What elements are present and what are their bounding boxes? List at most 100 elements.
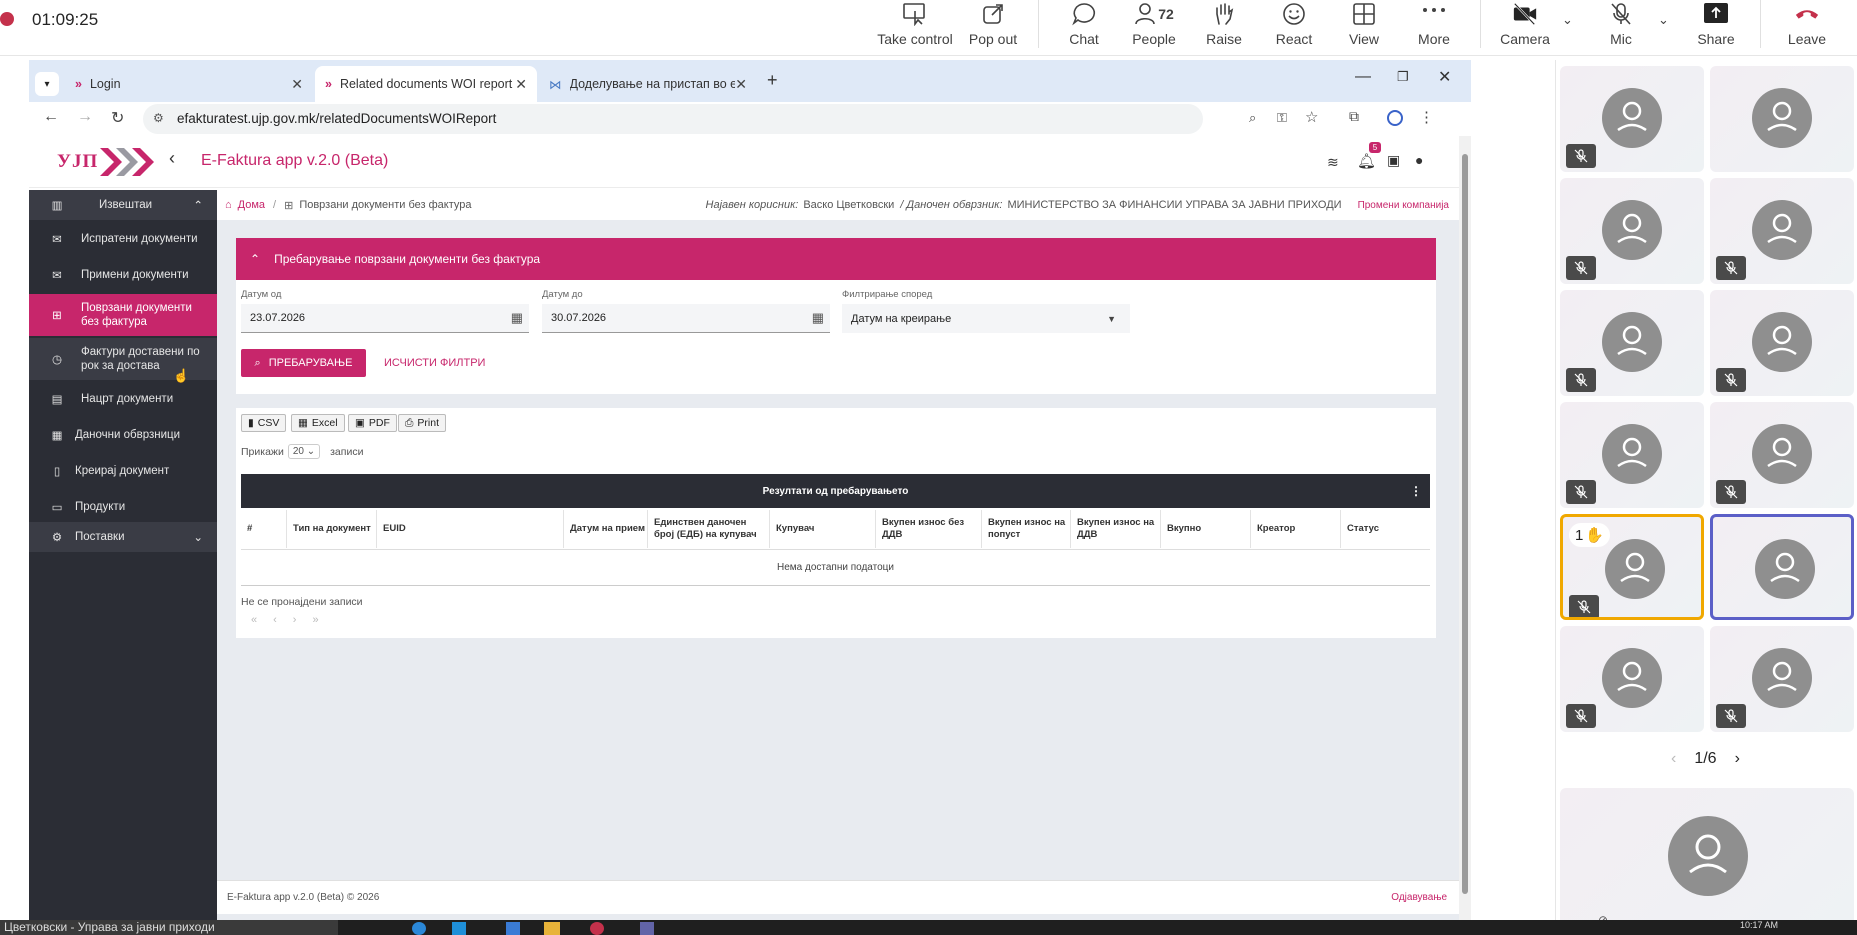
- app-taskbar-icon[interactable]: [452, 922, 466, 935]
- column-header-status[interactable]: Статус: [1341, 510, 1430, 548]
- reload-icon[interactable]: ↻: [111, 108, 124, 128]
- export-csv-button[interactable]: ▮ CSV: [241, 414, 287, 432]
- calendar-icon[interactable]: ▦: [812, 310, 824, 326]
- participant-tile[interactable]: [1710, 514, 1854, 620]
- bookmark-star-icon[interactable]: ☆: [1305, 108, 1318, 126]
- zoom-icon[interactable]: ⌕: [1249, 110, 1256, 126]
- camera-button[interactable]: Camera: [1494, 0, 1556, 56]
- export-pdf-button[interactable]: ▣ PDF: [348, 414, 397, 432]
- participant-tile[interactable]: [1710, 66, 1854, 172]
- app-taskbar-icon[interactable]: [506, 922, 520, 935]
- participant-tile[interactable]: [1560, 66, 1704, 172]
- participant-tile[interactable]: [1560, 626, 1704, 732]
- participant-tile[interactable]: 1 ✋: [1560, 514, 1704, 620]
- site-info-icon[interactable]: ⚙: [153, 111, 164, 125]
- tab-login[interactable]: » Login ✕: [65, 66, 313, 102]
- column-header-buyer[interactable]: Купувач: [770, 510, 876, 548]
- sidebar-item-related-documents[interactable]: ⊞ Поврзани документи без фактура: [29, 294, 217, 336]
- column-header-creator[interactable]: Креатор: [1251, 510, 1341, 548]
- date-to-input[interactable]: 30.07.2026 ▦: [542, 304, 830, 333]
- page-size-select[interactable]: 20 ⌄: [287, 444, 321, 459]
- taskbar-window-title[interactable]: Цветковски - Управа за јавни приходи: [0, 920, 338, 935]
- pop-out-button[interactable]: Pop out: [962, 0, 1024, 56]
- sidebar-section-settings[interactable]: ⚙ Поставки ⌄: [29, 522, 217, 552]
- sidebar-item-sent-documents[interactable]: ✉ Испратени документи: [29, 222, 217, 256]
- column-header-total-discount[interactable]: Вкупен износ на попуст: [982, 510, 1071, 548]
- browser-menu-icon[interactable]: ⋮: [1419, 108, 1434, 126]
- breadcrumb-home-link[interactable]: Дома: [238, 199, 265, 211]
- sidebar-item-received-documents[interactable]: ✉ Примени документи: [29, 258, 217, 292]
- participant-tile[interactable]: [1710, 290, 1854, 396]
- first-page-button[interactable]: «: [251, 614, 257, 626]
- participant-tile[interactable]: [1560, 178, 1704, 284]
- mic-options-chevron-icon[interactable]: ⌄: [1658, 12, 1669, 28]
- calendar-icon[interactable]: ▦: [511, 310, 523, 326]
- tab-search-button[interactable]: ▾: [35, 72, 59, 96]
- participant-tile[interactable]: [1710, 178, 1854, 284]
- more-button[interactable]: More: [1404, 0, 1464, 56]
- sidebar-item-taxpayers[interactable]: ▦ Даночни обврзници: [29, 418, 217, 452]
- people-button[interactable]: 72 People: [1124, 0, 1184, 56]
- column-header-euid[interactable]: EUID: [377, 510, 564, 548]
- date-from-input[interactable]: 23.07.2026 ▦: [241, 304, 529, 333]
- react-button[interactable]: React: [1264, 0, 1324, 56]
- last-page-button[interactable]: »: [312, 614, 318, 626]
- column-header-total-vat[interactable]: Вкупен износ на ДДВ: [1071, 510, 1161, 548]
- clear-filters-button[interactable]: ИСЧИСТИ ФИЛТРИ: [384, 357, 485, 369]
- column-header-buyer-tax-id[interactable]: Единствен даночен број (ЕДБ) на купувач: [648, 510, 770, 548]
- print-button[interactable]: ⎙ Print: [398, 414, 446, 432]
- share-button[interactable]: Share: [1685, 0, 1747, 56]
- take-control-button[interactable]: Take control: [870, 0, 960, 56]
- change-company-link[interactable]: Промени компанија: [1358, 200, 1449, 211]
- new-tab-button[interactable]: +: [767, 70, 778, 91]
- column-header-receipt-date[interactable]: Датум на прием: [564, 510, 648, 548]
- column-menu-icon[interactable]: ⋮: [1410, 484, 1422, 498]
- filter-by-select[interactable]: Датум на креирање ▼: [842, 304, 1130, 333]
- teams-taskbar-icon[interactable]: [640, 922, 654, 935]
- app-taskbar-icon[interactable]: [412, 922, 426, 935]
- prev-page-button[interactable]: ‹: [273, 614, 277, 626]
- key-icon[interactable]: ⚿: [1277, 110, 1287, 126]
- tab-related-documents[interactable]: » Related documents WOI report ✕: [315, 66, 537, 102]
- sidebar-item-create-document[interactable]: ▯ Креирај документ: [29, 454, 217, 488]
- browser-taskbar-icon[interactable]: [590, 922, 604, 935]
- close-tab-icon[interactable]: ✕: [735, 76, 747, 93]
- camera-options-chevron-icon[interactable]: ⌄: [1562, 12, 1573, 28]
- participant-tile[interactable]: [1710, 626, 1854, 732]
- chat-button[interactable]: Chat: [1054, 0, 1114, 56]
- raise-hand-button[interactable]: Raise: [1194, 0, 1254, 56]
- view-button[interactable]: View: [1334, 0, 1394, 56]
- folder-taskbar-icon[interactable]: [544, 922, 560, 935]
- participant-tile[interactable]: [1560, 290, 1704, 396]
- restore-window-button[interactable]: ❐: [1397, 69, 1409, 85]
- language-icon[interactable]: ▣: [1387, 152, 1400, 169]
- page-scrollbar[interactable]: [1459, 136, 1471, 935]
- minimize-window-button[interactable]: —: [1355, 68, 1371, 86]
- omnibox[interactable]: ⚙ efakturatest.ujp.gov.mk/relatedDocumen…: [143, 104, 1203, 134]
- close-tab-icon[interactable]: ✕: [291, 76, 303, 93]
- leave-button[interactable]: Leave: [1776, 0, 1838, 56]
- export-excel-button[interactable]: ▦ Excel: [291, 414, 345, 432]
- self-view-tile[interactable]: ▁▃▅ ⊘: [1560, 788, 1854, 935]
- participant-tile[interactable]: [1710, 402, 1854, 508]
- next-page-chevron-icon[interactable]: ›: [1735, 750, 1740, 768]
- search-card-header[interactable]: ⌃ Пребарување поврзани документи без фак…: [236, 238, 1436, 280]
- column-header-total-without-vat[interactable]: Вкупен износ без ДДВ: [876, 510, 982, 548]
- user-account-icon[interactable]: ●: [1415, 152, 1423, 168]
- back-arrow-icon[interactable]: ←: [43, 108, 59, 126]
- column-header-total[interactable]: Вкупно: [1161, 510, 1251, 548]
- sidebar-item-draft-documents[interactable]: ▤ Нацрт документи: [29, 382, 217, 416]
- forward-arrow-icon[interactable]: →: [77, 108, 93, 126]
- participant-tile[interactable]: [1560, 402, 1704, 508]
- tab-access-assignment[interactable]: ⋈ Доделување на пристап во е- ✕: [539, 66, 757, 102]
- search-button[interactable]: ⌕ ПРЕБАРУВАЊЕ: [241, 349, 366, 377]
- sidebar-item-products[interactable]: ▭ Продукти: [29, 490, 217, 524]
- prev-page-chevron-icon[interactable]: ‹: [1671, 750, 1676, 768]
- next-page-button[interactable]: ›: [293, 614, 297, 626]
- collapse-sidebar-chevron-icon[interactable]: ‹: [169, 148, 175, 169]
- profile-avatar-icon[interactable]: [1387, 110, 1403, 126]
- logout-link[interactable]: Одјавување: [1391, 892, 1447, 903]
- mic-button[interactable]: Mic: [1590, 0, 1652, 56]
- column-header-number[interactable]: #: [241, 510, 287, 548]
- close-window-button[interactable]: ✕: [1438, 67, 1451, 87]
